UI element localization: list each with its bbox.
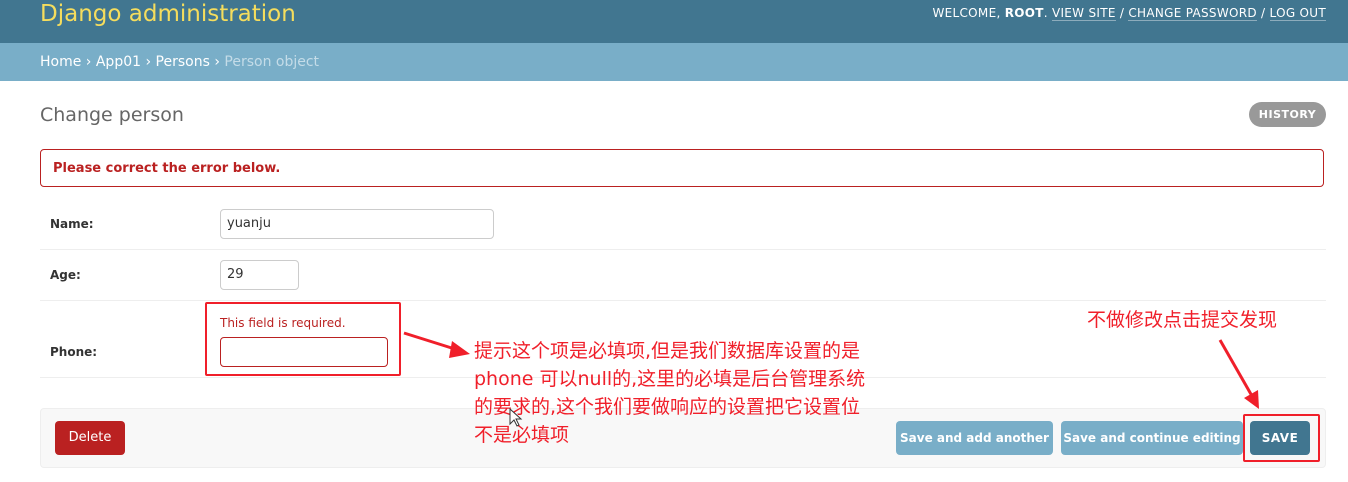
age-input[interactable]: 29 (220, 260, 299, 290)
separator: / (1119, 6, 1125, 20)
annotation-phone-line-1: 提示这个项是必填项,但是我们数据库设置的是 (474, 340, 861, 362)
breadcrumb-current: Person object (224, 54, 320, 70)
log-out-link[interactable]: LOG OUT (1269, 6, 1326, 21)
delete-button[interactable]: Delete (55, 421, 125, 455)
save-and-continue-button[interactable]: Save and continue editing (1061, 421, 1243, 455)
username: ROOT (1004, 6, 1044, 20)
breadcrumb-model[interactable]: Persons (156, 54, 210, 70)
annotation-phone-line-4: 不是必填项 (474, 424, 570, 446)
age-label: Age: (50, 268, 81, 282)
breadcrumb-home[interactable]: Home (40, 54, 81, 70)
history-button[interactable]: HISTORY (1249, 102, 1326, 127)
view-site-link[interactable]: VIEW SITE (1051, 6, 1116, 21)
page-title: Change person (40, 104, 184, 126)
name-input[interactable]: yuanju (220, 209, 494, 239)
breadcrumb-separator: › (214, 54, 220, 70)
annotation-phone-line-2: phone 可以null的,这里的必填是后台管理系统 (474, 368, 866, 390)
breadcrumb: Home › App01 › Persons › Person object (0, 43, 1348, 81)
breadcrumb-separator: › (145, 54, 152, 70)
phone-label: Phone: (50, 345, 98, 359)
site-title[interactable]: Django administration (40, 0, 296, 28)
annotation-top-right: 不做修改点击提交发现 (1087, 309, 1278, 331)
error-note: Please correct the error below. (40, 149, 1324, 187)
highlight-box-phone (205, 302, 401, 376)
welcome-text: WELCOME, (932, 6, 1001, 20)
user-tools: WELCOME, ROOT. VIEW SITE / CHANGE PASSWO… (932, 6, 1326, 21)
separator: / (1261, 6, 1266, 20)
header-bar: Django administration WELCOME, ROOT. VIE… (0, 0, 1348, 43)
annotation-phone-line-3: 的要求的,这个我们要做响应的设置把它设置位 (474, 396, 861, 418)
breadcrumb-app[interactable]: App01 (96, 54, 141, 70)
breadcrumb-separator: › (85, 54, 92, 70)
highlight-box-save (1243, 414, 1320, 462)
save-and-add-another-button[interactable]: Save and add another (896, 421, 1053, 455)
change-password-link[interactable]: CHANGE PASSWORD (1128, 6, 1257, 21)
name-label: Name: (50, 217, 94, 231)
